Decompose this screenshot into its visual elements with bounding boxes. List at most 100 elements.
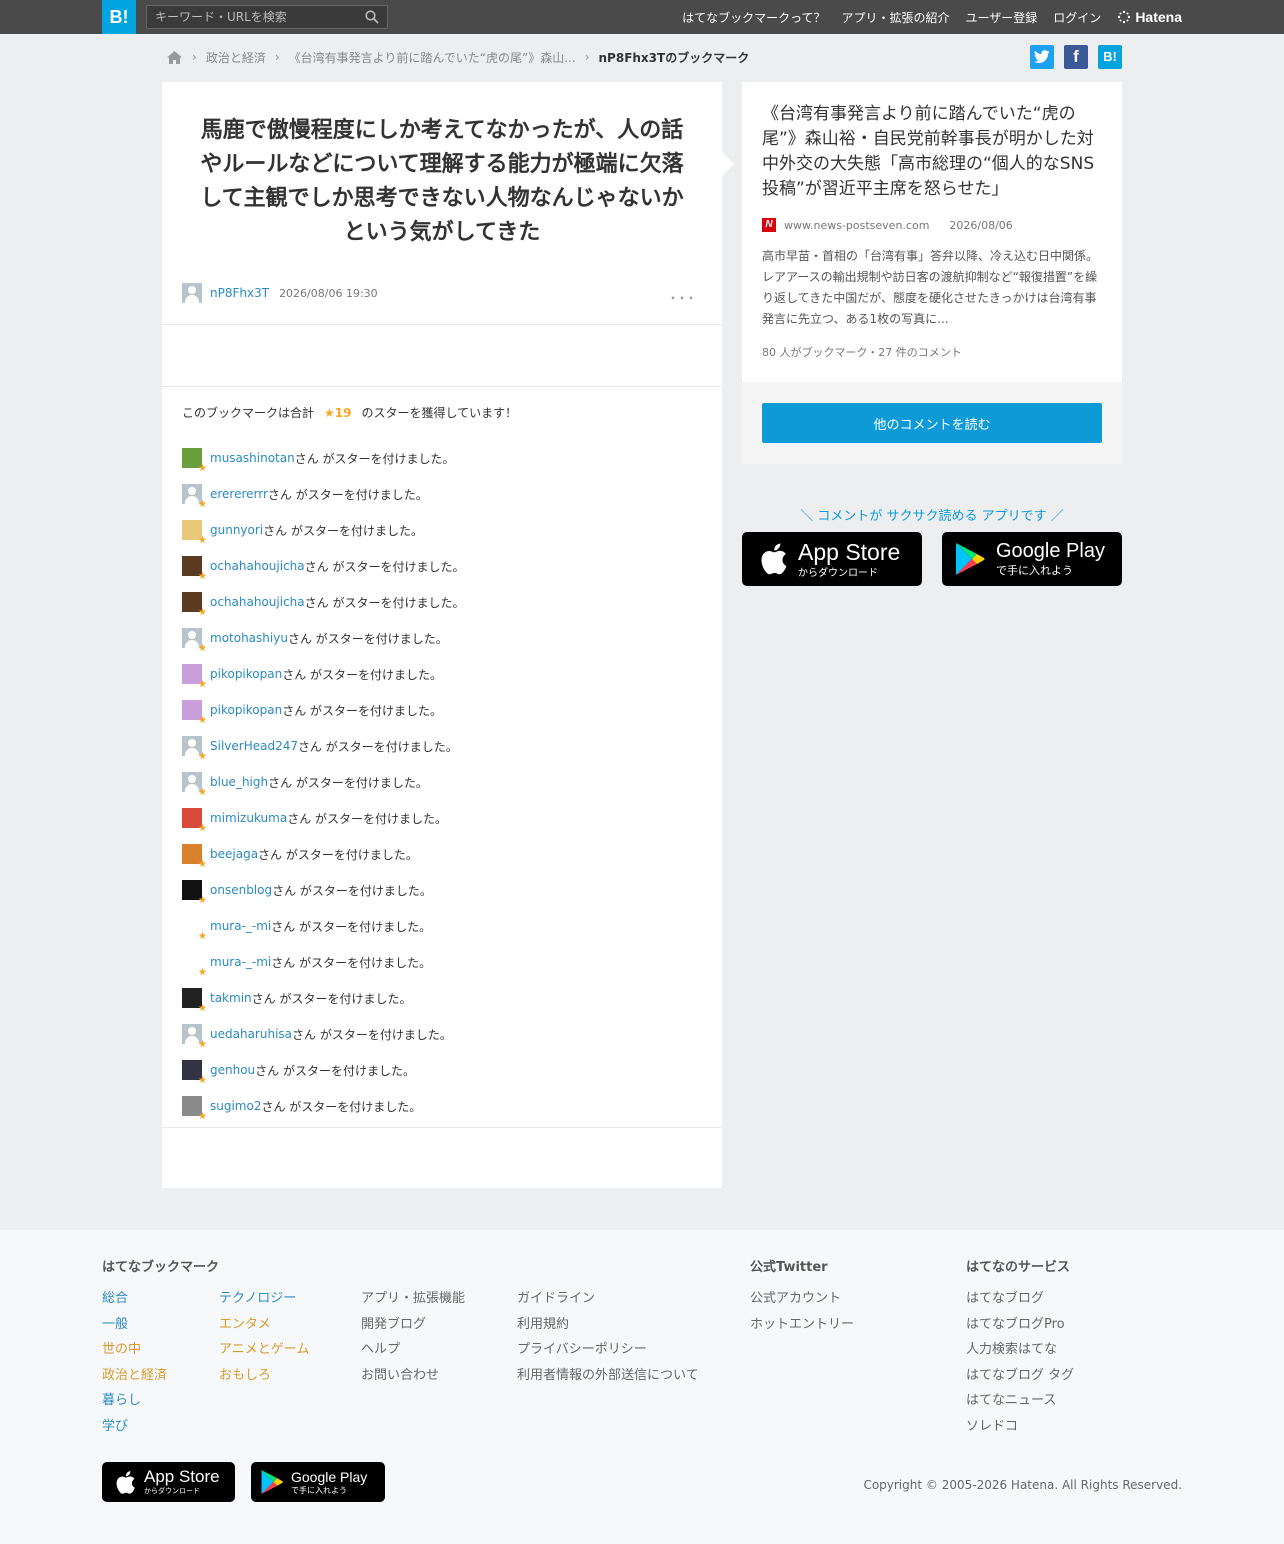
footer-cat-link[interactable]: 世の中 [102,1338,141,1357]
home-icon[interactable] [166,50,183,65]
divider [162,1127,722,1128]
hatena-brand-link[interactable]: Hatena [1117,9,1182,25]
star-user-link[interactable]: mura-_-mi [210,955,271,969]
star-user-link[interactable]: genhou [210,1063,255,1077]
star-user-link[interactable]: uedaharuhisa [210,1027,292,1041]
twitter-bird-icon [1034,50,1050,63]
star-icon: ★ [198,1111,207,1122]
footer-cat-link[interactable]: 暮らし [102,1389,141,1408]
footer-twitter-link[interactable]: ホットエントリー [750,1313,854,1332]
search-box[interactable] [146,5,388,29]
hatena-share-button[interactable]: B! [1098,45,1122,69]
footer-link[interactable]: 開発ブログ [361,1313,426,1332]
footer-service-link[interactable]: はてなブログ タグ [966,1364,1074,1383]
star-user-avatar[interactable]: ★ [182,556,207,582]
entry-site-link[interactable]: www.news-postseven.com [784,219,929,232]
star-user-link[interactable]: musashinotan [210,451,295,465]
nav-about[interactable]: はてなブックマークって？ [682,9,825,26]
footer-service-link[interactable]: 人力検索はてな [966,1338,1057,1357]
star-user-link[interactable]: pikopikopan [210,703,282,717]
star-user-avatar[interactable]: ★ [182,664,207,690]
user-avatar[interactable] [182,283,202,303]
facebook-share-button[interactable]: f [1064,45,1088,69]
star-user-avatar[interactable]: ★ [182,844,207,870]
star-user-avatar[interactable]: ★ [182,1024,207,1050]
star-user-link[interactable]: ererererrr [210,487,268,501]
footer-service-link[interactable]: はてなブログ [966,1287,1044,1306]
star-user-avatar[interactable]: ★ [182,808,207,834]
footer-twitter-link[interactable]: 公式アカウント [750,1287,841,1306]
footer-app-store-button[interactable]: App Store からダウンロード [102,1462,235,1502]
star-user-avatar[interactable]: ★ [182,520,207,546]
twitter-share-button[interactable] [1030,45,1054,69]
star-user-link[interactable]: mimizukuma [210,811,287,825]
star-user-avatar[interactable]: ★ [182,1060,207,1086]
star-user-link[interactable]: mura-_-mi [210,919,271,933]
footer-cat-link[interactable]: エンタメ [219,1313,271,1332]
footer-link[interactable]: アプリ・拡張機能 [361,1287,465,1306]
footer-service-link[interactable]: はてなニュース [966,1389,1056,1408]
footer-bookmark-title: はてなブックマーク [102,1260,220,1275]
footer-cat-link[interactable]: 学び [102,1415,128,1434]
star-user-link[interactable]: takmin [210,991,252,1005]
breadcrumb-category[interactable]: 政治と経済 [206,49,266,66]
star-user-link[interactable]: gunnyori [210,523,263,537]
star-user-row: ★ pikopikopan さん がスターを付けました。 [182,692,464,728]
star-user-avatar[interactable]: ★ [182,592,207,618]
bookmark-user-link[interactable]: nP8Fhx3T [210,286,269,300]
footer-link[interactable]: ガイドライン [517,1287,595,1306]
star-action-text: さん がスターを付けました。 [255,1063,415,1078]
star-user-avatar[interactable]: ★ [182,952,207,978]
footer-cat-link[interactable]: アニメとゲーム [219,1338,309,1357]
hatena-bookmark-logo[interactable]: B! [102,0,136,34]
star-user-avatar[interactable]: ★ [182,736,207,762]
star-user-avatar[interactable]: ★ [182,628,207,654]
nav-register[interactable]: ユーザー登録 [966,9,1038,26]
footer-cat-link[interactable]: 政治と経済 [102,1364,167,1383]
google-play-button[interactable]: Google Play で手に入れよう [942,532,1122,586]
more-options-icon[interactable]: ･･･ [669,285,696,309]
app-store-button[interactable]: App Store からダウンロード [742,532,922,586]
star-user-link[interactable]: pikopikopan [210,667,282,681]
footer-link[interactable]: ヘルプ [361,1338,400,1357]
footer-cat-link[interactable]: 一般 [102,1313,128,1332]
star-user-avatar[interactable]: ★ [182,448,207,474]
footer-link[interactable]: 利用者情報の外部送信について [517,1364,699,1383]
star-user-link[interactable]: sugimo2 [210,1099,261,1113]
star-user-link[interactable]: beejaga [210,847,258,861]
star-icon: ★ [198,463,207,474]
star-user-avatar[interactable]: ★ [182,484,207,510]
star-user-link[interactable]: onsenblog [210,883,272,897]
star-user-link[interactable]: ochahahoujicha [210,595,305,609]
nav-login[interactable]: ログイン [1053,9,1101,26]
more-comments-button[interactable]: 他のコメントを読む [762,403,1102,443]
footer-link[interactable]: 利用規約 [517,1313,569,1332]
footer-cat-link[interactable]: おもしろ [219,1364,271,1383]
star-count[interactable]: ★19 [324,406,351,420]
footer-link[interactable]: プライバシーポリシー [517,1338,647,1357]
star-user-link[interactable]: motohashiyu [210,631,288,645]
entry-title-link[interactable]: 《台湾有事発言より前に踏んでいた“虎の尾”》森山裕・自民党前幹事長が明かした対中… [762,102,1107,202]
star-user-avatar[interactable]: ★ [182,916,207,942]
star-user-avatar[interactable]: ★ [182,1096,207,1122]
star-user-link[interactable]: ochahahoujicha [210,559,305,573]
footer-service-link[interactable]: ソレドコ [966,1415,1018,1434]
footer-link[interactable]: お問い合わせ [361,1364,439,1383]
star-user-row: ★ gunnyori さん がスターを付けました。 [182,512,464,548]
entry-counts[interactable]: 80 人がブックマーク・27 件のコメント [762,344,962,360]
star-icon: ★ [198,715,207,726]
nav-apps[interactable]: アプリ・拡張の紹介 [842,9,950,26]
star-user-avatar[interactable]: ★ [182,988,207,1014]
footer-service-link[interactable]: はてなブログPro [966,1313,1065,1332]
star-user-link[interactable]: SilverHead247 [210,739,298,753]
star-user-link[interactable]: blue_high [210,775,268,789]
footer-google-play-button[interactable]: Google Play で手に入れよう [251,1462,385,1502]
footer-cat-link[interactable]: テクノロジー [219,1287,296,1306]
breadcrumb-entry[interactable]: 《台湾有事発言より前に踏んでいた“虎の尾”》森山... [289,49,576,66]
footer-cat-link[interactable]: 総合 [102,1287,128,1306]
star-user-avatar[interactable]: ★ [182,880,207,906]
star-user-avatar[interactable]: ★ [182,772,207,798]
search-input[interactable] [147,6,357,28]
search-icon[interactable] [365,10,379,24]
star-user-avatar[interactable]: ★ [182,700,207,726]
